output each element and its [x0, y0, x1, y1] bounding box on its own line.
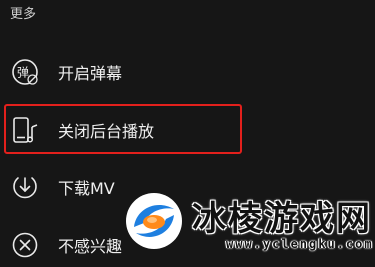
menu-item-danmaku[interactable]: 弹 开启弹幕: [0, 50, 375, 94]
menu-item-label: 不感兴趣: [58, 237, 123, 256]
watermark: 冰棱游戏网 www.yclengku.com: [118, 185, 375, 259]
highlight-box: [4, 104, 242, 154]
close-circle-icon: [10, 230, 40, 260]
more-header: 更多: [10, 7, 37, 22]
download-icon: [10, 172, 40, 202]
danmaku-icon: 弹: [10, 57, 40, 87]
watermark-title: 冰棱游戏网: [192, 199, 372, 239]
danmaku-icon-text: 弹: [17, 66, 29, 80]
menu-item-label: 开启弹幕: [58, 64, 123, 83]
menu-item-label: 下载MV: [58, 179, 115, 198]
watermark-logo-icon: [122, 189, 186, 253]
watermark-url: www.yclengku.com: [226, 237, 374, 251]
